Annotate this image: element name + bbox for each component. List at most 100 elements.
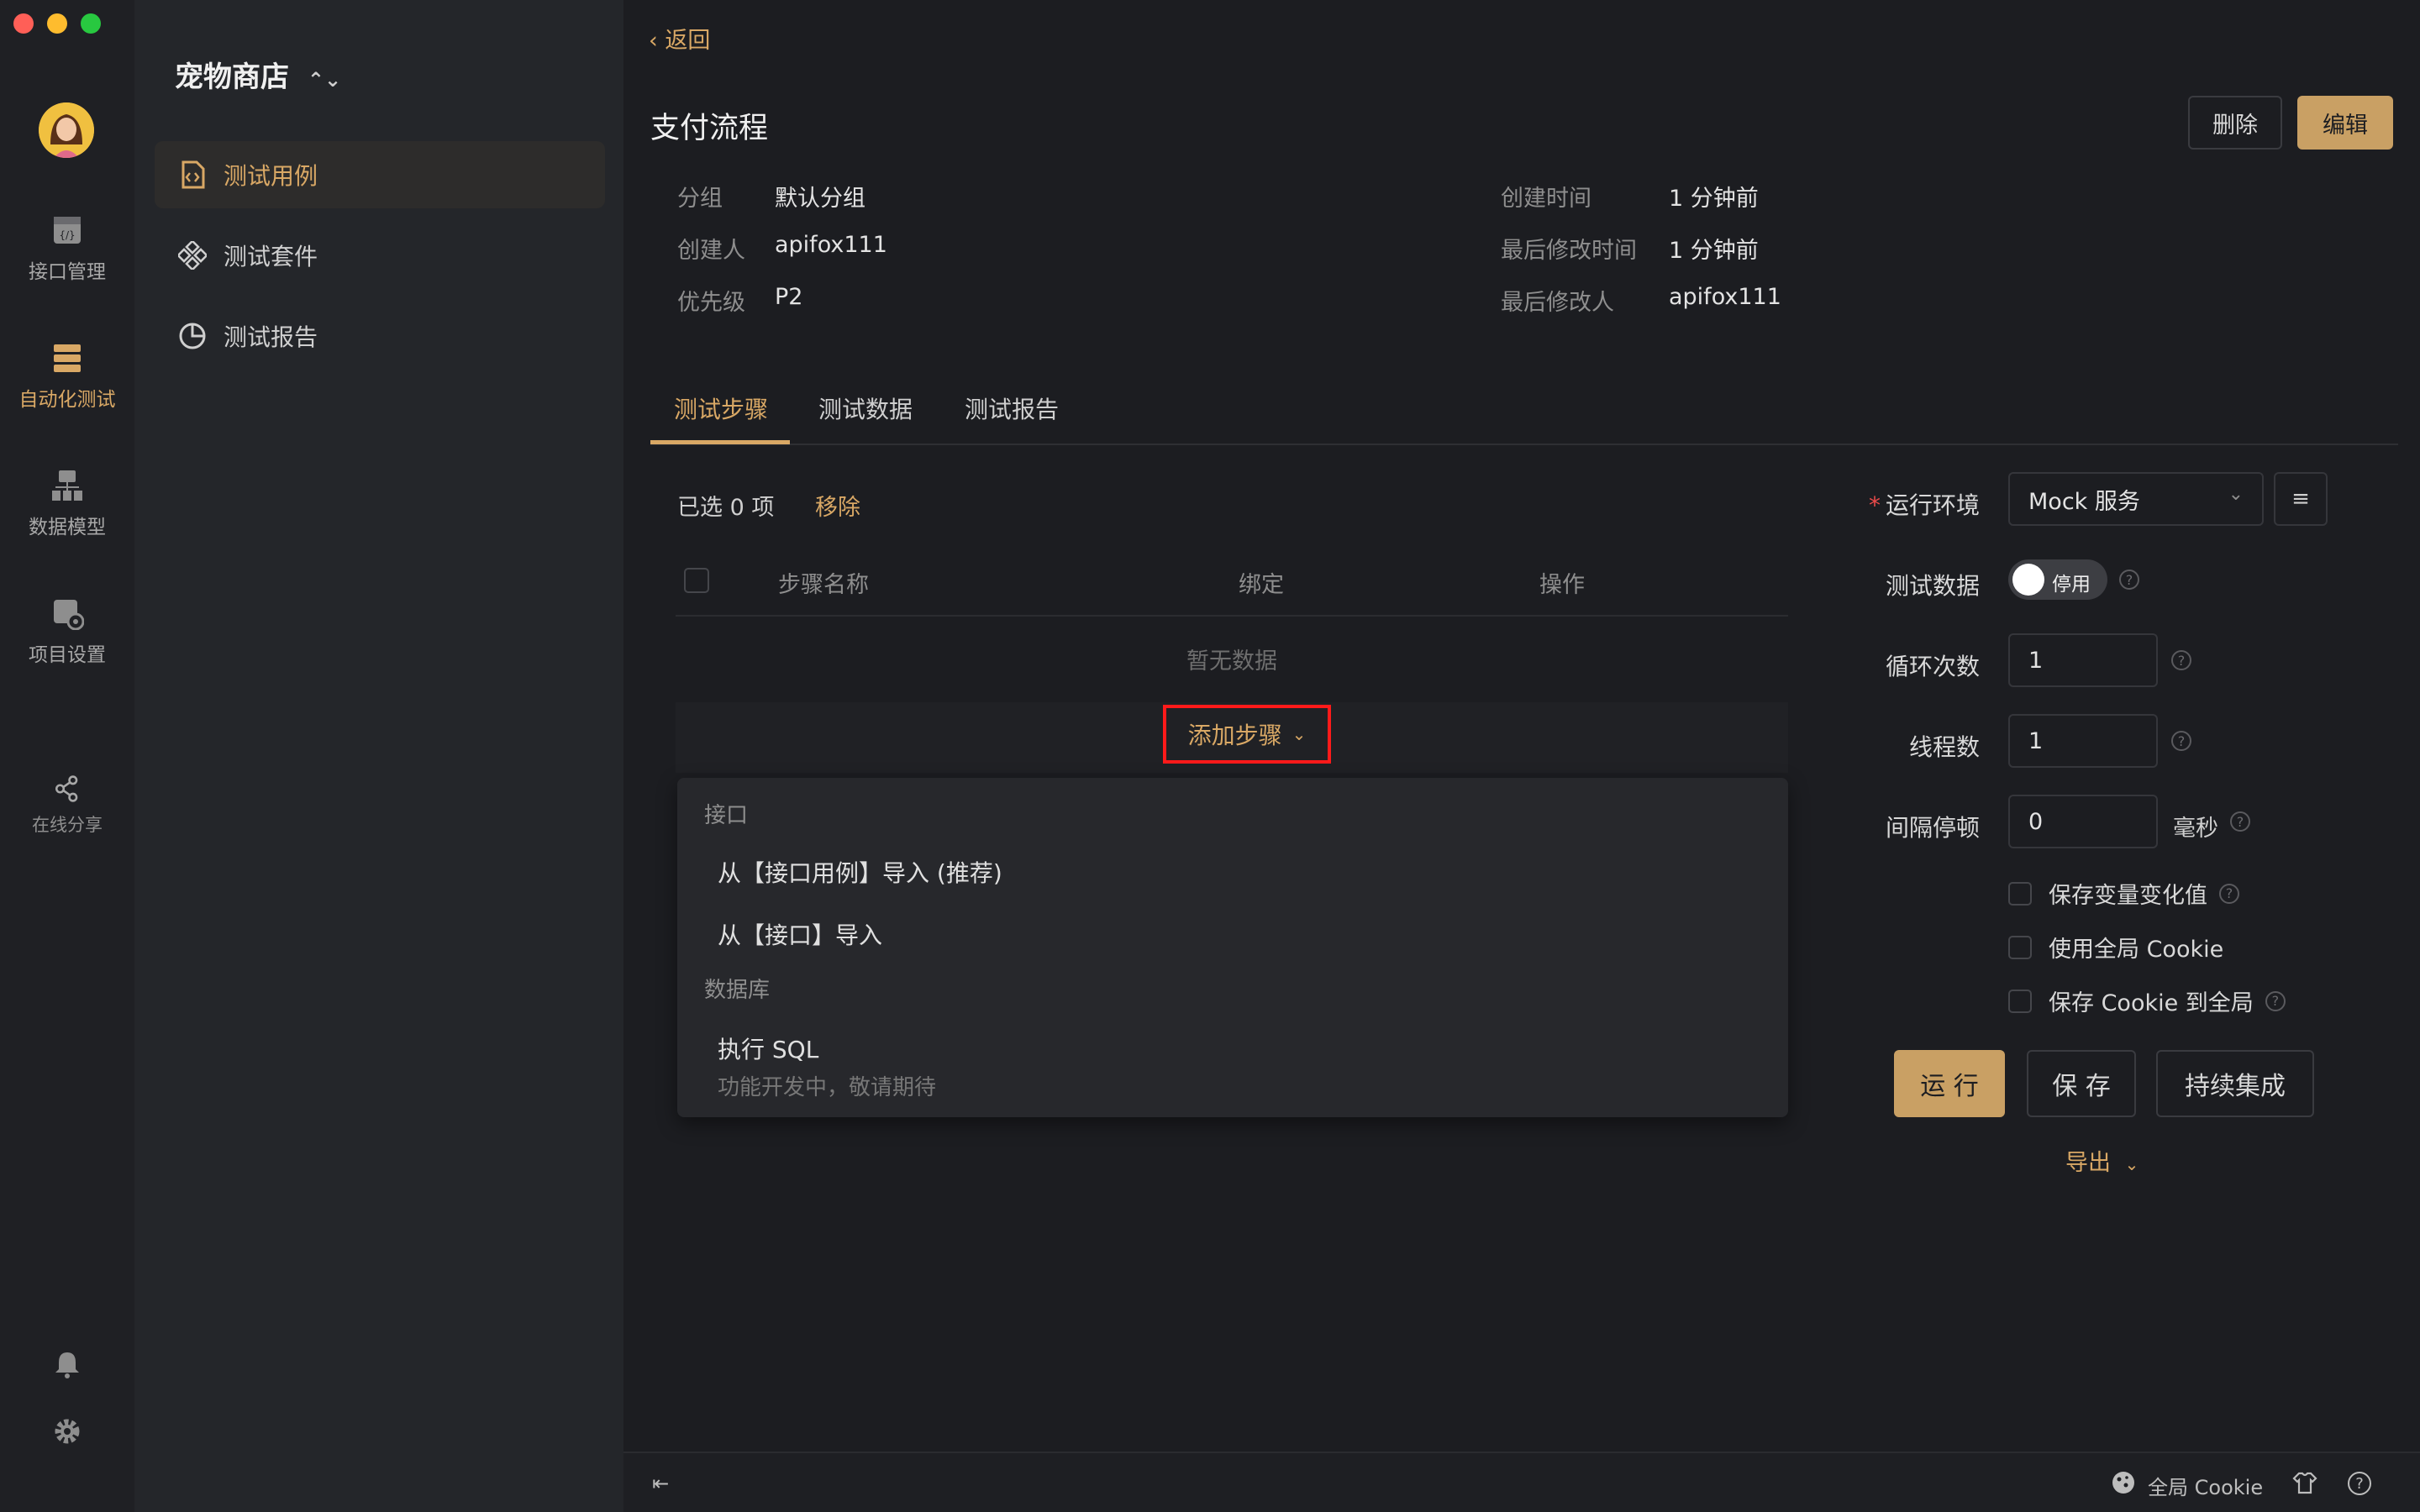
dropdown-group-database: 数据库 [704,978,771,1003]
sidebar-item-test-suites[interactable]: 测试套件 [155,222,605,289]
import-from-api-case-item[interactable]: 从【接口用例】导入 (推荐) [718,855,1002,889]
avatar-icon [39,102,94,158]
api-icon: {/} [54,217,81,244]
created-time-label: 创建时间 [1501,186,1591,212]
help-icon[interactable]: ? [2230,811,2250,832]
chevron-left-icon: ‹ [649,28,666,54]
rail-item-data-model[interactable]: 数据模型 [0,469,134,539]
help-icon[interactable]: ? [2171,650,2191,670]
loop-count-input[interactable]: 1 [2008,633,2158,687]
rail-item-automation[interactable]: 自动化测试 [0,341,134,412]
help-icon[interactable]: ? [2219,883,2239,904]
run-button[interactable]: 运 行 [1894,1050,2005,1117]
save-cookie-label: 保存 Cookie 到全局 [2049,990,2254,1016]
export-menu[interactable]: 导出 ⌄ [2065,1144,2139,1177]
delete-button[interactable]: 删除 [2188,96,2282,150]
selected-count: 已选 0 项 [677,495,775,521]
page-title: 支付流程 [650,112,769,145]
shirt-icon[interactable] [2292,1470,2317,1495]
back-label: 返回 [665,28,711,54]
tab-test-report[interactable]: 测试报告 [965,391,1059,425]
select-all-checkbox[interactable] [684,568,709,593]
add-step-label: 添加步骤 [1187,722,1282,749]
edit-button[interactable]: 编辑 [2297,96,2393,150]
interval-input[interactable]: 0 [2008,795,2158,848]
bell-icon[interactable] [52,1349,82,1379]
help-center-icon[interactable]: ? [2348,1472,2371,1495]
interval-label: 间隔停顿 [1885,814,1980,842]
modifier-value: apifox111 [1669,284,1781,310]
global-cookie-option[interactable]: 使用全局 Cookie [2008,931,2223,963]
global-cookie-label: 使用全局 Cookie [2049,937,2224,963]
env-select[interactable]: Mock 服务 ⌄ [2008,472,2264,526]
export-label: 导出 [2065,1150,2111,1176]
active-tab-indicator [650,440,790,444]
tab-test-data[interactable]: 测试数据 [818,391,913,425]
maximize-window-button[interactable] [81,13,101,34]
global-cookie-checkbox[interactable] [2008,935,2032,959]
save-variables-option[interactable]: 保存变量变化值 ? [2008,877,2239,910]
rail-item-project-settings[interactable]: 项目设置 [0,596,134,667]
save-cookie-option[interactable]: 保存 Cookie 到全局 ? [2008,984,2286,1017]
priority-value: P2 [775,284,803,310]
collapse-sidebar-icon[interactable]: ⇤ [652,1472,669,1495]
settings-project-icon [54,600,84,630]
execute-sql-item[interactable]: 执行 SQL [718,1032,818,1065]
chevron-down-icon: ⌄ [2228,484,2244,505]
import-from-api-item[interactable]: 从【接口】导入 [718,917,882,951]
column-binding: 绑定 [1239,572,1284,598]
help-icon[interactable]: ? [2171,731,2191,751]
save-cookie-checkbox[interactable] [2008,989,2032,1013]
project-switcher[interactable]: 宠物商店 ⌃⌄ [175,54,341,95]
help-icon[interactable]: ? [2119,570,2139,590]
tabs-divider [650,444,2398,445]
automation-icon [54,344,81,372]
test-data-toggle[interactable]: 停用 [2008,559,2107,600]
file-code-icon [182,160,205,189]
sidebar-item-label: 测试用例 [224,162,318,190]
column-step-name: 步骤名称 [778,572,869,598]
thread-count-input[interactable]: 1 [2008,714,2158,768]
tab-test-steps[interactable]: 测试步骤 [674,391,768,425]
pie-chart-icon [179,323,206,349]
group-value: 默认分组 [775,186,865,212]
gear-icon[interactable] [52,1416,82,1446]
add-step-button[interactable]: 添加步骤 ⌄ [1163,705,1331,764]
save-variables-checkbox[interactable] [2008,881,2032,906]
global-cookie-button[interactable]: 全局 Cookie [2148,1471,2263,1500]
rail-item-api-management[interactable]: {/} 接口管理 [0,213,134,284]
rail-item-label: 数据模型 [29,517,106,538]
data-model-icon [52,470,82,501]
remove-link[interactable]: 移除 [815,489,860,522]
back-link[interactable]: ‹ 返回 [649,22,710,55]
rail-item-online-share[interactable]: 在线分享 [0,774,134,837]
table-header-divider [676,615,1788,617]
close-window-button[interactable] [13,13,34,34]
menu-icon: ≡ [2291,486,2310,512]
save-variables-label: 保存变量变化值 [2049,883,2207,909]
column-actions: 操作 [1539,572,1585,598]
cookie-icon [2112,1472,2134,1494]
help-icon[interactable]: ? [2265,990,2286,1011]
sidebar-item-test-cases[interactable]: 测试用例 [155,141,605,208]
creator-label: 创建人 [677,238,745,264]
ci-button[interactable]: 持续集成 [2156,1050,2314,1117]
save-button[interactable]: 保 存 [2027,1050,2136,1117]
share-icon [55,775,78,802]
interval-unit: 毫秒 [2173,816,2218,842]
sidebar-item-test-reports[interactable]: 测试报告 [155,302,605,370]
modified-time-value: 1 分钟前 [1669,238,1759,264]
thread-count-label: 线程数 [1908,733,1980,761]
empty-state: 暂无数据 [1186,648,1277,675]
rail-item-label: 自动化测试 [18,389,116,411]
svg-text:{/}: {/} [59,229,75,241]
chevron-down-icon: ⌄ [2124,1154,2139,1174]
suite-icon [178,241,207,270]
avatar[interactable] [39,102,94,158]
toggle-knob [2012,564,2044,596]
rail-item-label: 在线分享 [32,815,103,835]
env-menu-button[interactable]: ≡ [2274,472,2328,526]
execute-sql-description: 功能开发中，敬请期待 [718,1075,937,1100]
group-label: 分组 [677,186,723,212]
minimize-window-button[interactable] [47,13,67,34]
